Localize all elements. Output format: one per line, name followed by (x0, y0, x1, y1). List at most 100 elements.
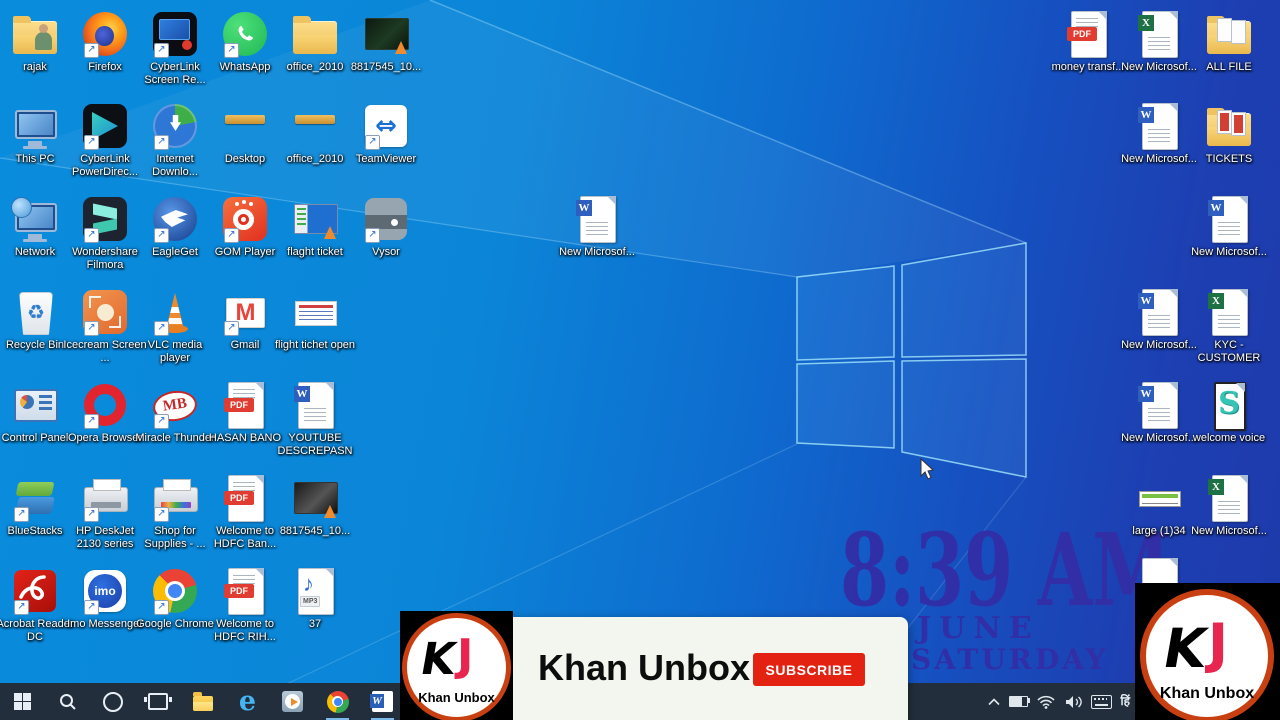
taskbar-media-player-button[interactable] (270, 683, 315, 720)
desktop-icon-8817545-10[interactable]: 8817545_10... (344, 10, 428, 74)
word-icon: W (370, 691, 393, 712)
desktop-icon-label: flight tichet open (274, 339, 356, 351)
idm-icon: ↗ (151, 102, 199, 150)
desktop-icon-new-microsof[interactable]: W New Microsof... (555, 195, 639, 259)
shortcut-arrow-icon: ↗ (224, 43, 239, 58)
taskbar-word-button[interactable]: W (360, 683, 405, 720)
icecream-icon: ↗ (81, 288, 129, 336)
imo-icon: imo ↗ (81, 567, 129, 615)
taskbar-task-view-button[interactable] (135, 683, 180, 720)
system-tray: हिं (987, 683, 1130, 720)
desktop-icon-new-microsof[interactable]: W New Microsof... (1187, 195, 1271, 259)
channel-logo-circle: K J Khan Unbox (402, 613, 511, 720)
desktop-icon-label: New Microsof... (559, 246, 635, 258)
channel-logo-circle: K J Khan Unbox (1140, 589, 1274, 720)
desktop-icon-label: KYC - CUSTOMER (1197, 339, 1261, 364)
desktop-icon-8817545-10[interactable]: 8817545_10... (273, 474, 357, 538)
channel-logo-banner: K J Khan Unbox (400, 611, 513, 720)
tray-battery-icon[interactable] (1008, 696, 1030, 707)
shortcut-arrow-icon: ↗ (14, 507, 29, 522)
subscribe-button[interactable]: SUBSCRIBE (753, 653, 865, 686)
tray-touch-keyboard-icon[interactable] (1090, 694, 1112, 709)
taskbar-edge-button[interactable]: e (225, 683, 270, 720)
shortcut-arrow-icon: ↗ (154, 321, 169, 336)
desktop-icon-label: Vysor (372, 246, 400, 258)
edge-icon: e (238, 686, 257, 717)
shortcut-arrow-icon: ↗ (84, 321, 99, 336)
pdf-icon: PDF (221, 474, 269, 522)
logo-caption: Khan Unbox (418, 690, 495, 705)
shortcut-arrow-icon: ↗ (84, 414, 99, 429)
task-view-icon (143, 693, 172, 710)
logo-caption: Khan Unbox (1159, 685, 1255, 702)
logo-letter-j: J (457, 630, 474, 681)
desktop-icon-new-microsof[interactable]: X New Microsof... (1187, 474, 1271, 538)
desktop-clock-month: JUNE (917, 611, 1040, 646)
desktop-icon-youtube-descrepasn[interactable]: W YOUTUBE DESCREPASN (273, 381, 357, 458)
pdf-icon: PDF (1064, 10, 1112, 58)
recycle-icon: ♻ (11, 288, 59, 336)
thumb-ticket-icon (291, 288, 339, 336)
taskbar-search-button[interactable] (45, 683, 90, 720)
thispc-icon (11, 102, 59, 150)
folder-files-icon (1205, 10, 1253, 58)
desktop-icon-label: ALL FILE (1206, 61, 1252, 73)
folder-user-icon (11, 10, 59, 58)
word-icon: W (1205, 195, 1253, 243)
tray-volume-icon[interactable] (1064, 695, 1082, 709)
desktop-icon-label: New Microsof... (1191, 525, 1267, 537)
word-icon: W (1135, 381, 1183, 429)
shortcut-arrow-icon: ↗ (154, 135, 169, 150)
winrar-icon (291, 102, 339, 150)
thumb-wide-icon (1135, 474, 1183, 522)
printer-icon: ↗ (81, 474, 129, 522)
windows-start-icon (14, 693, 31, 710)
windows-logo (796, 242, 1027, 478)
taskbar-start-button[interactable] (0, 683, 45, 720)
shortcut-arrow-icon: ↗ (84, 507, 99, 522)
shortcut-arrow-icon: ↗ (84, 228, 99, 243)
desktop-icon-tickets[interactable]: TICKETS (1187, 102, 1271, 166)
channel-name: Khan Unbox (538, 647, 750, 688)
tray-wifi-icon[interactable] (1036, 695, 1055, 709)
desktop-icon-label: YOUTUBE DESCREPASN (277, 432, 353, 457)
tray-language-icon[interactable]: हिं (1121, 683, 1130, 720)
file-explorer-icon (192, 691, 213, 711)
taskbar-chrome-button[interactable] (315, 683, 360, 720)
media-player-icon (282, 691, 303, 712)
shortcut-arrow-icon: ↗ (365, 135, 380, 150)
desktop-icon-label: TeamViewer (355, 153, 417, 165)
shortcut-arrow-icon: ↗ (154, 414, 169, 429)
cyberlink-pd-icon: ↗ (81, 102, 129, 150)
acrobat-icon: ↗ (11, 567, 59, 615)
desktop-icon-label: TICKETS (1205, 153, 1253, 165)
firefox-icon: ↗ (81, 10, 129, 58)
video-icon (362, 10, 410, 58)
desktop-icon-all-file[interactable]: ALL FILE (1187, 10, 1271, 74)
bluestacks-icon: ↗ (11, 474, 59, 522)
mouse-cursor (920, 457, 935, 480)
taskbar-cortana-button[interactable] (90, 683, 135, 720)
gmail-icon: M ↗ (221, 288, 269, 336)
shortcut-arrow-icon: ↗ (84, 43, 99, 58)
desktop-icon-label: 37 (308, 618, 322, 630)
filmora-icon: ↗ (81, 195, 129, 243)
desktop-icon-vysor[interactable]: ↗ Vysor (344, 195, 428, 259)
desktop-clock-day: SATURDAY (911, 643, 1109, 676)
taskbar-file-explorer-button[interactable] (180, 683, 225, 720)
eagleget-icon: ↗ (151, 195, 199, 243)
tray-hidden-icons-chevron-icon[interactable] (987, 697, 1000, 706)
desktop-icon-label: New Microsof... (1191, 246, 1267, 258)
desktop-icon-teamviewer[interactable]: ⇔ ↗ TeamViewer (344, 102, 428, 166)
search-icon (59, 693, 76, 710)
desktop-icon-kyc-customer[interactable]: X KYC - CUSTOMER (1187, 288, 1271, 365)
whatsapp-icon: ↗ (221, 10, 269, 58)
desktop-icon-label: 8817545_10... (350, 61, 422, 73)
desktop-icon-welcome-voice[interactable]: Swelcome voice (1187, 381, 1271, 445)
cyberlink-sr-icon: ↗ (151, 10, 199, 58)
desktop-icon-37[interactable]: ♪ MP3 37 (273, 567, 357, 631)
desktop-icon-flight-tichet-open[interactable]: flight tichet open (273, 288, 357, 352)
excel-icon: X (1205, 288, 1253, 336)
winrar-icon (221, 102, 269, 150)
word-icon: W (573, 195, 621, 243)
